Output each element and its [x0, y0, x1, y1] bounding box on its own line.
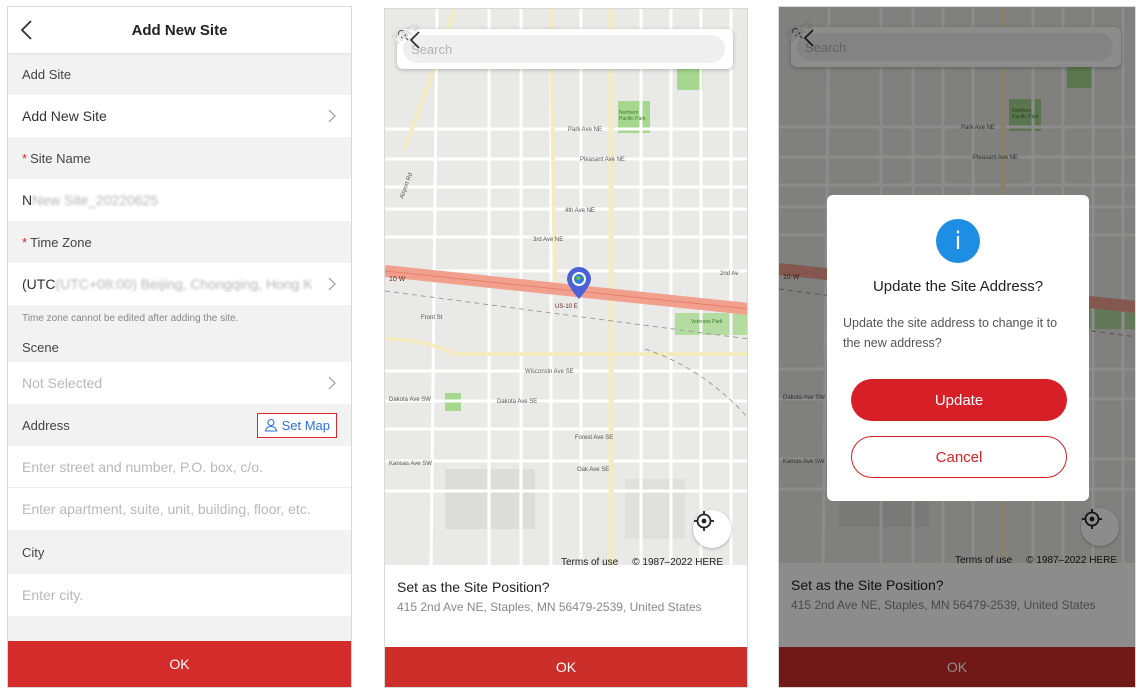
map-pin-icon[interactable]: [565, 266, 593, 300]
svg-text:Veterans Park: Veterans Park: [691, 319, 723, 325]
apartment-placeholder: Enter apartment, suite, unit, building, …: [22, 501, 311, 517]
time-zone-value: (UTC(UTC+08:00) Beijing, Chongqing, Hong…: [22, 276, 312, 292]
back-chevron-icon[interactable]: [18, 19, 38, 41]
locate-button[interactable]: [693, 510, 731, 548]
add-site-value: Add New Site: [22, 108, 107, 124]
update-label: Update: [934, 391, 984, 409]
site-name-label-text: Site Name: [30, 150, 91, 166]
ok-button[interactable]: OK: [8, 641, 351, 687]
ok-label: OK: [555, 659, 577, 675]
cancel-label: Cancel: [935, 448, 983, 466]
chevron-right-icon: [328, 376, 336, 390]
svg-text:here: here: [390, 18, 421, 46]
map-screen-dialog: Park Ave NE Pleasant Ave NE Dakota Ave S…: [778, 6, 1136, 688]
city-input[interactable]: Enter city.: [8, 574, 351, 616]
dialog-title: Update the Site Address?: [872, 278, 1044, 295]
scene-row[interactable]: Not Selected: [8, 362, 351, 404]
add-site-label-text: Add Site: [22, 66, 72, 82]
svg-text:Front St: Front St: [421, 315, 443, 321]
address-label: Address Set Map: [8, 404, 351, 446]
svg-text:10 W: 10 W: [389, 276, 406, 283]
svg-text:Dakota Ave SW: Dakota Ave SW: [389, 397, 431, 403]
city-label: City: [8, 530, 351, 574]
search-input[interactable]: Search: [397, 29, 725, 63]
svg-text:3rd Ave NE: 3rd Ave NE: [533, 237, 563, 243]
person-pin-icon: [264, 418, 277, 432]
street-input[interactable]: Enter street and number, P.O. box, c/o.: [8, 446, 351, 488]
site-name-value: NNew Site_20220625: [22, 192, 159, 208]
map-screen: Park Ave NE Pleasant Ave NE 4th Ave NE 3…: [384, 8, 748, 688]
svg-text:4th Ave NE: 4th Ave NE: [565, 208, 595, 214]
svg-text:Forest Ave SE: Forest Ave SE: [575, 435, 613, 441]
locate-icon: [694, 511, 714, 531]
svg-text:2nd Av: 2nd Av: [720, 271, 738, 277]
site-name-field[interactable]: NNew Site_20220625: [8, 179, 351, 221]
city-placeholder: Enter city.: [22, 587, 84, 603]
scene-label-text: Scene: [22, 339, 59, 355]
svg-text:Pleasant Ave NE: Pleasant Ave NE: [580, 157, 625, 163]
svg-text:US-10 E: US-10 E: [555, 304, 578, 310]
required-mark: *: [22, 234, 28, 250]
add-site-label: Add Site: [8, 53, 351, 95]
scene-value: Not Selected: [22, 375, 103, 391]
set-map-button[interactable]: Set Map: [256, 412, 337, 438]
svg-text:Oak Ave SE: Oak Ave SE: [577, 467, 609, 473]
sheet-address: 415 2nd Ave NE, Staples, MN 56479-2539, …: [397, 600, 702, 614]
map-view[interactable]: Park Ave NE Pleasant Ave NE 4th Ave NE 3…: [385, 9, 747, 572]
update-address-dialog: i Update the Site Address? Update the si…: [827, 195, 1089, 501]
sheet-title: Set as the Site Position?: [397, 579, 550, 595]
update-button[interactable]: Update: [851, 379, 1067, 421]
time-zone-row[interactable]: (UTC(UTC+08:00) Beijing, Chongqing, Hong…: [8, 263, 351, 305]
time-zone-label-text: Time Zone: [30, 234, 92, 250]
time-zone-label: * Time Zone: [8, 221, 351, 263]
top-bar: Add New Site: [8, 7, 351, 53]
info-icon: i: [936, 219, 980, 263]
svg-text:Kansas Ave SW: Kansas Ave SW: [389, 461, 432, 467]
street-placeholder: Enter street and number, P.O. box, c/o.: [22, 458, 263, 475]
add-site-row[interactable]: Add New Site: [8, 95, 351, 137]
add-site-screen: Add New Site Add Site Add New Site * Site…: [7, 6, 352, 688]
ok-label: OK: [169, 656, 190, 672]
apartment-input[interactable]: Enter apartment, suite, unit, building, …: [8, 488, 351, 530]
svg-text:Wisconsin Ave SE: Wisconsin Ave SE: [525, 369, 574, 375]
chevron-right-icon: [328, 109, 336, 123]
svg-text:Pacific Park: Pacific Park: [619, 116, 646, 122]
page-title: Add New Site: [131, 21, 228, 39]
svg-text:Park Ave NE: Park Ave NE: [568, 127, 602, 133]
scene-label: Scene: [8, 332, 351, 362]
time-zone-hint: Time zone cannot be edited after adding …: [8, 305, 351, 332]
required-mark: *: [22, 150, 28, 166]
site-name-label: * Site Name: [8, 137, 351, 179]
ok-button[interactable]: OK: [385, 647, 747, 687]
svg-text:Dakota Ave SE: Dakota Ave SE: [497, 399, 537, 405]
city-label-text: City: [22, 544, 45, 560]
set-map-label: Set Map: [281, 417, 330, 433]
block-area: [625, 479, 685, 539]
site-name-value-text: New Site_20220625: [32, 192, 159, 208]
cancel-button[interactable]: Cancel: [851, 436, 1067, 478]
time-zone-value-text: (UTC+08:00) Beijing, Chongqing, Hong Ko.…: [55, 276, 312, 292]
chevron-right-icon: [328, 277, 336, 291]
dialog-message: Update the site address to change it to …: [843, 316, 1058, 350]
search-bar: Search: [397, 29, 733, 69]
here-logo: here: [390, 18, 422, 47]
address-label-text: Address: [22, 417, 70, 433]
